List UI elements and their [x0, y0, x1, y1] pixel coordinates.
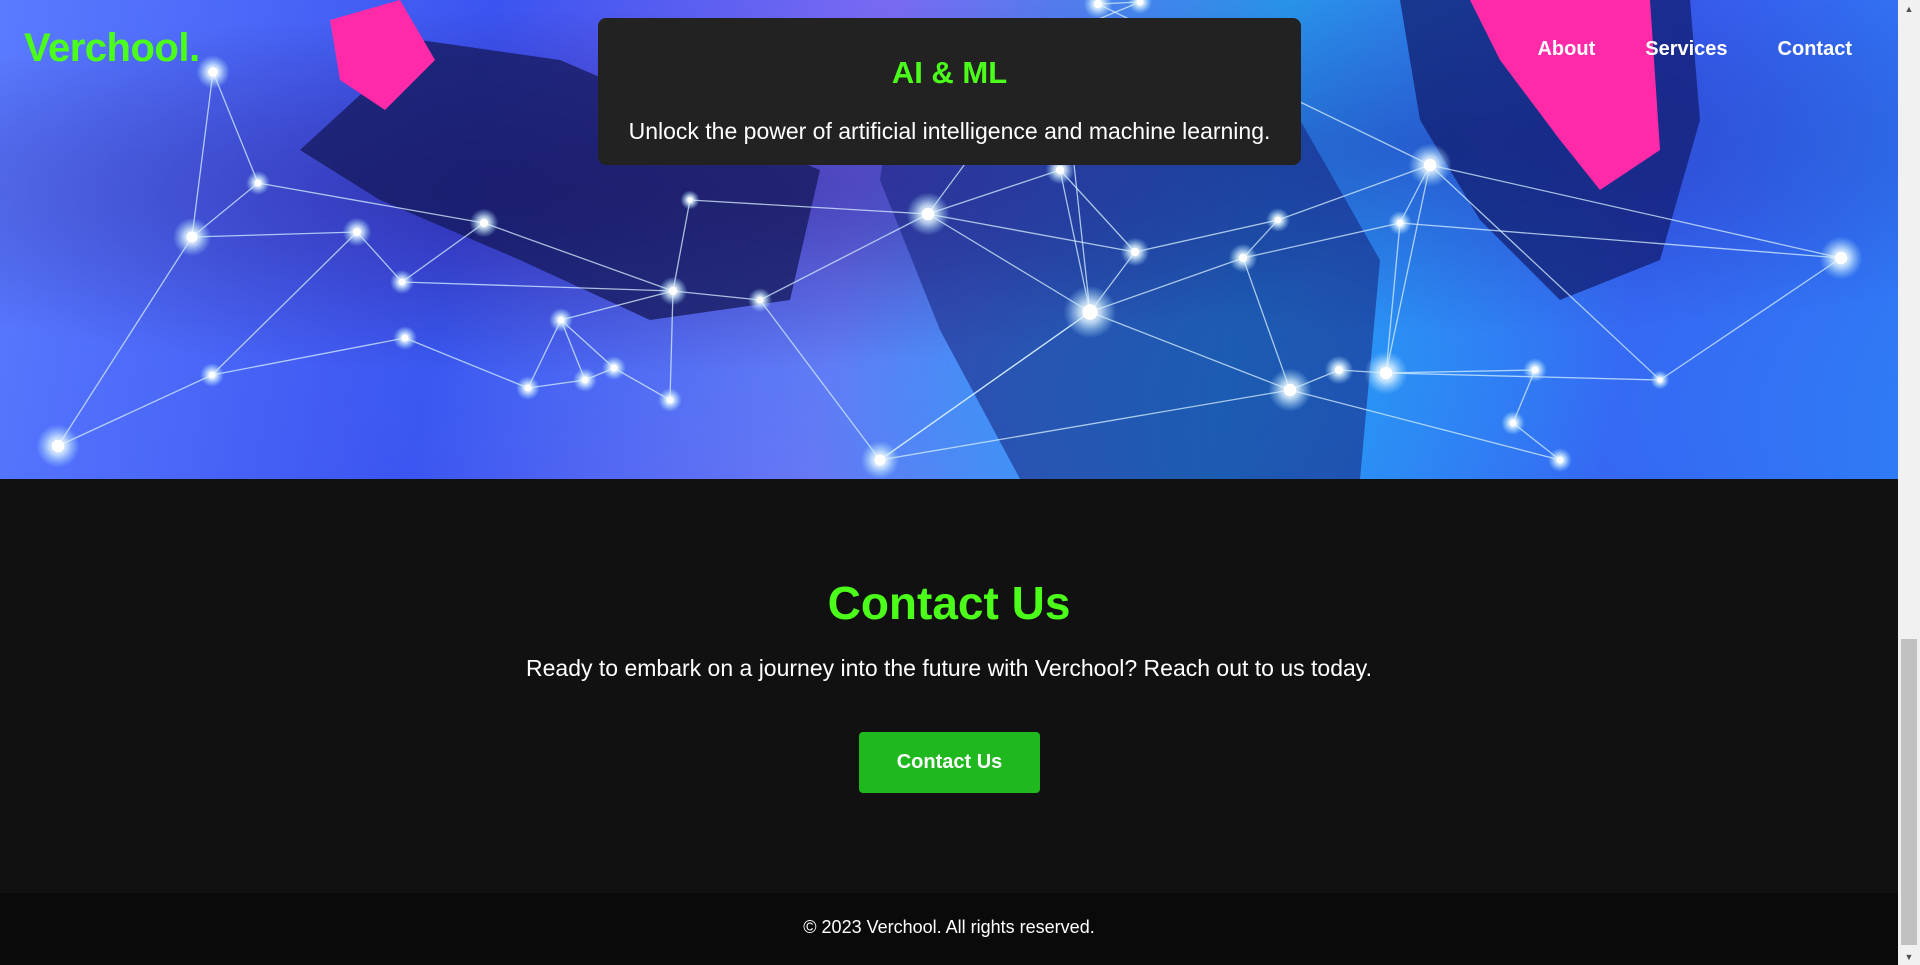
network-line: [191, 71, 214, 238]
network-line: [1659, 257, 1842, 381]
network-node: [1274, 216, 1282, 224]
network-node: [208, 67, 218, 77]
network-node: [581, 376, 589, 384]
network-node: [1834, 251, 1848, 265]
network-node: [610, 364, 618, 372]
network-line: [404, 337, 529, 389]
scroll-up-arrow-icon[interactable]: ▲: [1898, 0, 1920, 17]
network-node: [51, 439, 65, 453]
footer-copyright: © 2023 Verchool. All rights reserved.: [803, 917, 1095, 937]
network-node: [1556, 456, 1564, 464]
contact-us-button[interactable]: Contact Us: [859, 732, 1040, 793]
contact-section: Contact Us Ready to embark on a journey …: [0, 479, 1898, 893]
contact-text: Ready to embark on a journey into the fu…: [526, 655, 1372, 681]
network-line: [1385, 372, 1661, 381]
network-node: [921, 207, 935, 221]
network-line: [401, 222, 485, 283]
network-node: [1130, 247, 1140, 257]
network-node: [1082, 304, 1098, 320]
network-node: [1423, 158, 1437, 172]
network-node: [557, 316, 565, 324]
network-node: [1509, 419, 1517, 427]
network-node: [756, 296, 764, 304]
main-nav: About Services Contact: [1537, 38, 1852, 61]
network-node: [401, 334, 409, 342]
footer: © 2023 Verchool. All rights reserved.: [0, 893, 1898, 965]
contact-heading: Contact Us: [827, 577, 1071, 629]
network-node: [1531, 366, 1539, 374]
network-node: [1238, 253, 1248, 263]
network-node: [874, 454, 886, 466]
network-line: [759, 299, 881, 461]
network-node: [254, 179, 262, 187]
network-node: [1657, 377, 1663, 383]
network-node: [398, 278, 406, 286]
nav-link-services[interactable]: Services: [1645, 38, 1727, 61]
network-node: [1283, 383, 1297, 397]
feature-card-title: AI & ML: [891, 55, 1008, 90]
network-node: [1396, 219, 1404, 227]
network-node: [687, 197, 693, 203]
network-node: [186, 231, 198, 243]
page-viewport: Verchool. About Services Contact AI & ML…: [0, 0, 1898, 965]
network-line: [211, 231, 358, 376]
network-node: [1093, 0, 1103, 9]
network-node: [1055, 165, 1065, 175]
vertical-scrollbar[interactable]: ▲ ▼: [1898, 0, 1920, 965]
network-node: [1334, 365, 1344, 375]
scroll-down-arrow-icon[interactable]: ▼: [1898, 948, 1920, 965]
network-line: [191, 231, 358, 238]
network-node: [1379, 366, 1393, 380]
brand-logo[interactable]: Verchool.: [24, 26, 200, 71]
network-node: [666, 396, 674, 404]
network-node: [352, 227, 362, 237]
feature-card-description: Unlock the power of artificial intellige…: [628, 118, 1271, 144]
network-line: [1385, 222, 1401, 374]
network-node: [524, 384, 532, 392]
nav-link-about[interactable]: About: [1537, 38, 1595, 61]
feature-card: AI & ML Unlock the power of artificial i…: [598, 18, 1301, 165]
hero-image: Verchool. About Services Contact AI & ML…: [0, 0, 1898, 479]
network-node: [668, 286, 678, 296]
network-node: [479, 218, 489, 228]
network-line: [211, 337, 406, 376]
scrollbar-thumb[interactable]: [1901, 639, 1917, 945]
network-node: [208, 371, 216, 379]
network-line: [1385, 164, 1431, 374]
nav-link-contact[interactable]: Contact: [1778, 38, 1852, 61]
network-line: [212, 71, 259, 184]
network-line: [1385, 369, 1536, 374]
